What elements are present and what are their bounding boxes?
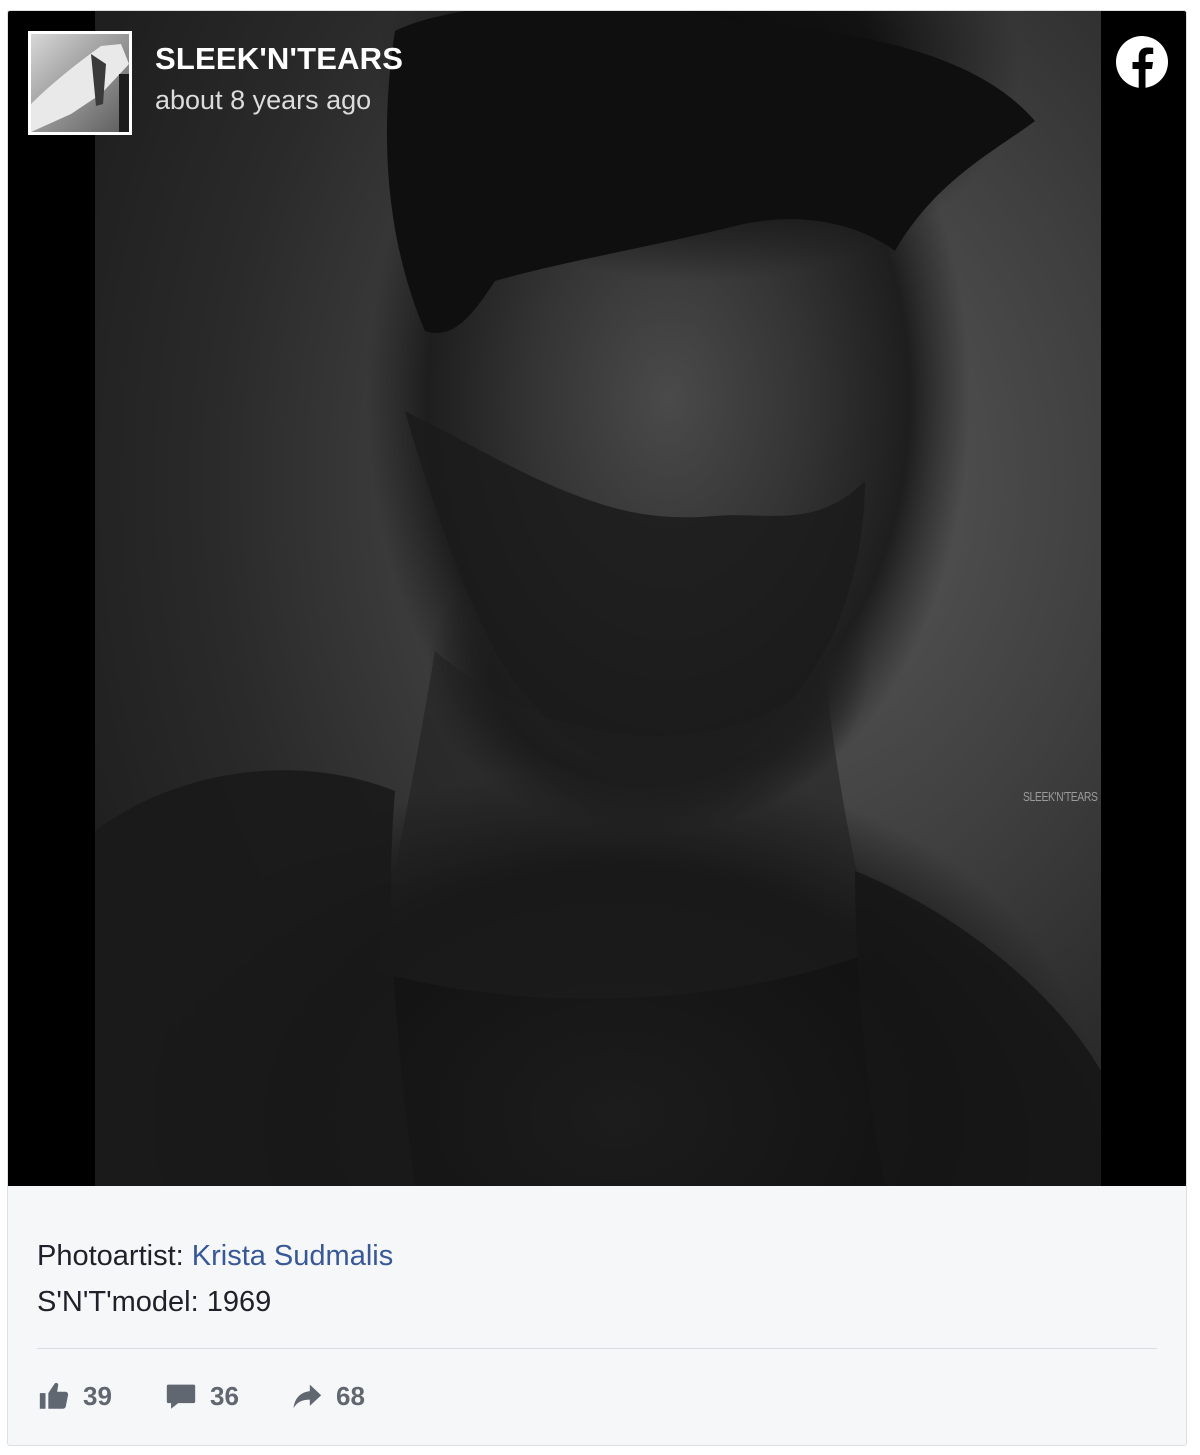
portrait-silhouette [95, 11, 1101, 1186]
comment-count: 36 [210, 1380, 239, 1411]
like-count: 39 [83, 1380, 112, 1411]
page-name[interactable]: SLEEK'N'TEARS [155, 41, 403, 77]
avatar[interactable] [28, 31, 132, 135]
photoartist-link[interactable]: Krista Sudmalis [192, 1240, 393, 1272]
caption-label: Photoartist: [37, 1240, 192, 1272]
like-count-button[interactable]: 39 [37, 1376, 112, 1416]
comment-count-button[interactable]: 36 [164, 1376, 239, 1416]
post-photo[interactable]: SLEEK'N'TEARS [95, 11, 1101, 1186]
post-timestamp[interactable]: about 8 years ago [155, 85, 371, 116]
share-icon [293, 1384, 322, 1409]
share-count-button[interactable]: 68 [290, 1376, 365, 1416]
caption-line-model: S'N'T'model: 1969 [37, 1286, 272, 1318]
facebook-post-card: SLEEK'N'TEARS SLEEK'N'TEARS about 8 year… [7, 10, 1187, 1446]
facebook-icon[interactable] [1115, 35, 1169, 89]
photo-watermark: SLEEK'N'TEARS [1023, 789, 1098, 804]
share-count: 68 [336, 1380, 365, 1411]
avatar-image [31, 44, 129, 132]
post-media[interactable]: SLEEK'N'TEARS [8, 11, 1186, 1186]
divider [37, 1348, 1157, 1349]
post-caption: Photoartist: Krista Sudmalis S'N'T'model… [37, 1233, 393, 1325]
comment-icon [166, 1384, 196, 1409]
caption-line-photoartist: Photoartist: Krista Sudmalis [37, 1233, 393, 1279]
thumbs-up-icon [39, 1382, 69, 1409]
